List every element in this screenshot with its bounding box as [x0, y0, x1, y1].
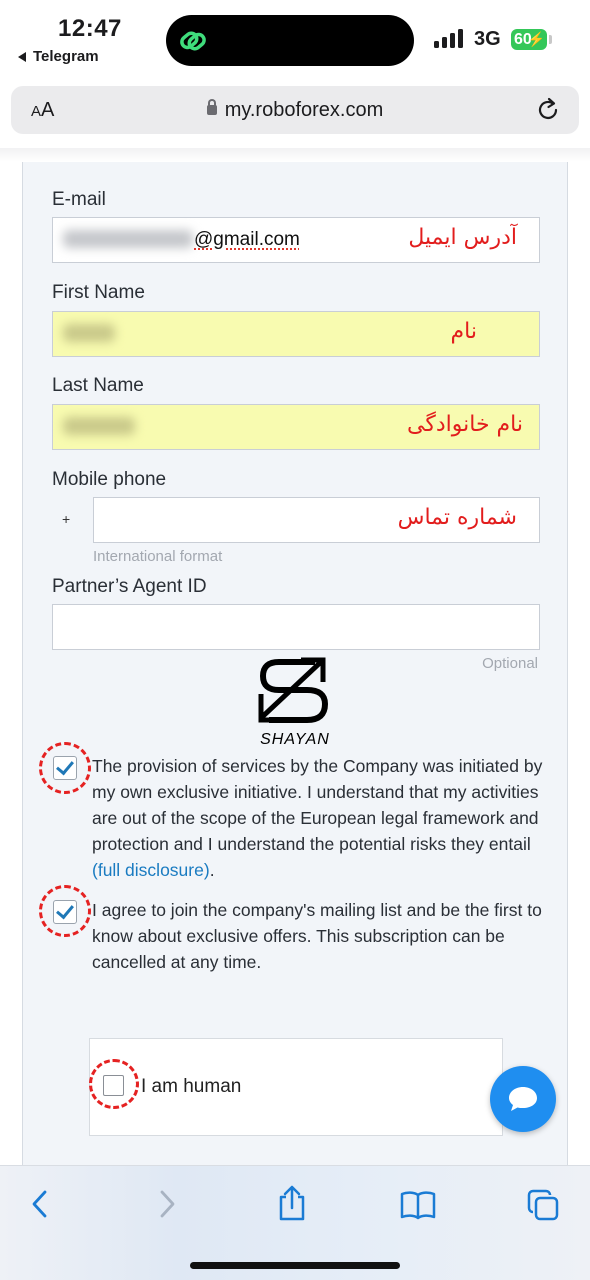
battery-cap — [549, 35, 552, 44]
shayan-watermark-logo: SHAYAN — [258, 657, 330, 748]
email-domain: @gmail.com — [194, 229, 300, 250]
status-time: 12:47 — [58, 15, 122, 42]
back-to-telegram[interactable]: Telegram — [18, 48, 99, 65]
chat-icon — [509, 1087, 537, 1111]
captcha-widget: I am human — [89, 1038, 503, 1136]
email-annotation: آدرس ایمیل — [408, 225, 517, 250]
cell-signal-icon — [434, 29, 463, 48]
mailing-checkbox[interactable] — [53, 900, 77, 924]
status-bar: 12:47 Telegram 3G 60 ⚡ — [0, 0, 590, 84]
dynamic-island — [166, 15, 414, 66]
highlight-ring-captcha — [89, 1059, 139, 1109]
charging-bolt-icon: ⚡ — [527, 31, 545, 47]
home-indicator — [190, 1262, 400, 1269]
email-label: E-mail — [52, 189, 106, 210]
watermark-text: SHAYAN — [260, 731, 330, 748]
provision-checkbox[interactable] — [53, 756, 77, 780]
captcha-label: I am human — [141, 1076, 242, 1097]
first-name-field[interactable]: نام — [52, 311, 540, 357]
last-name-annotation: نام خانوادگی — [407, 412, 523, 437]
last-name-field[interactable]: نام خانوادگی — [52, 404, 540, 450]
chat-button[interactable] — [490, 1066, 556, 1132]
back-triangle-icon — [18, 51, 26, 62]
first-name-label: First Name — [52, 282, 145, 303]
reload-icon[interactable] — [537, 97, 561, 123]
mobile-label: Mobile phone — [52, 469, 167, 490]
address-bar-shadow — [0, 148, 590, 162]
mobile-annotation: شماره تماس — [397, 505, 517, 530]
mailing-text: I agree to join the company's mailing li… — [92, 900, 542, 972]
mobile-field[interactable]: شماره تماس — [93, 497, 540, 543]
first-name-redacted — [63, 324, 115, 342]
back-chevron-icon[interactable] — [28, 1188, 52, 1220]
email-field[interactable]: @gmail.com آدرس ایمیل — [52, 217, 540, 263]
address-bar[interactable]: AA my.roboforex.com — [11, 86, 579, 134]
mobile-hint: International format — [93, 548, 223, 565]
url-text: my.roboforex.com — [224, 99, 384, 121]
tabs-icon[interactable] — [526, 1188, 560, 1222]
full-disclosure-link[interactable]: (full disclosure) — [92, 860, 210, 880]
lock-icon — [206, 99, 217, 115]
email-redacted — [63, 230, 193, 248]
first-name-annotation: نام — [450, 319, 477, 344]
forward-chevron-icon[interactable] — [155, 1188, 179, 1220]
last-name-redacted — [63, 417, 135, 435]
agent-id-hint: Optional — [482, 655, 538, 672]
mobile-prefix: + — [62, 511, 71, 527]
url-field[interactable]: my.roboforex.com — [11, 99, 579, 122]
back-app-label: Telegram — [33, 48, 99, 65]
link-app-icon — [180, 31, 206, 51]
network-type: 3G — [474, 28, 501, 50]
bookmarks-icon[interactable] — [399, 1190, 437, 1220]
agent-id-field[interactable] — [52, 604, 540, 650]
provision-text: The provision of services by the Company… — [92, 756, 543, 880]
last-name-label: Last Name — [52, 375, 144, 396]
battery-icon: 60 ⚡ — [511, 29, 547, 50]
share-icon[interactable] — [276, 1184, 308, 1222]
agent-id-label: Partner’s Agent ID — [52, 576, 207, 597]
registration-form: E-mail @gmail.com آدرس ایمیل First Name … — [22, 162, 568, 1172]
